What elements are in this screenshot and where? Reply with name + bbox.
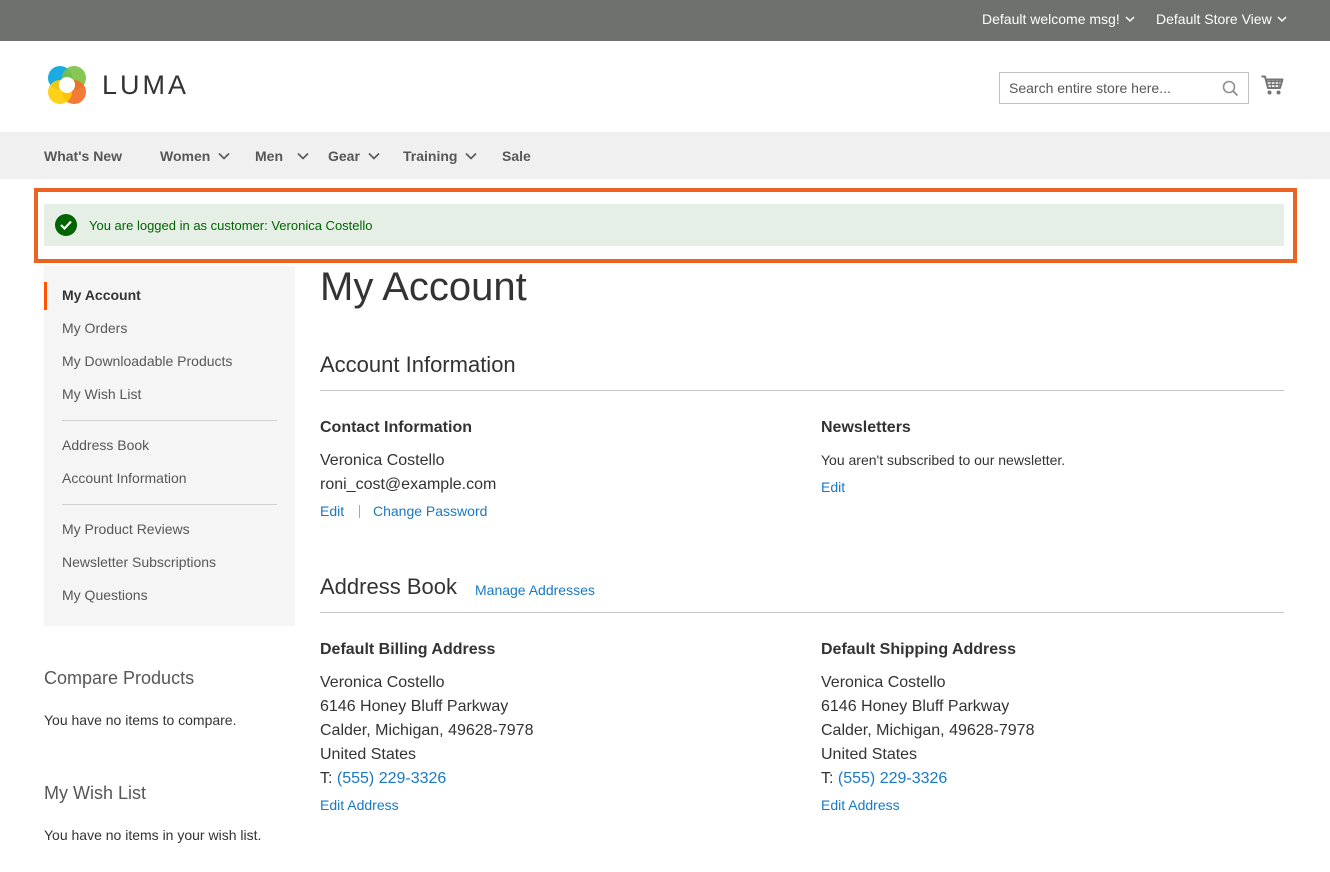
chevron-down-icon <box>1277 16 1287 23</box>
luma-logo-icon <box>48 66 86 104</box>
section-divider <box>320 390 1284 391</box>
sidebar-item-product-reviews[interactable]: My Product Reviews <box>62 521 190 537</box>
edit-contact-link[interactable]: Edit <box>320 503 344 519</box>
main-navigation: What's New Women Men Gear Training Sale <box>0 132 1330 179</box>
wish-list-title: My Wish List <box>44 783 147 803</box>
search-input[interactable] <box>1000 73 1210 103</box>
billing-name: Veronica Costello <box>320 674 445 691</box>
contact-information-title: Contact Information <box>320 419 472 436</box>
shipping-country: United States <box>821 746 918 763</box>
search-box <box>999 72 1249 104</box>
contact-email: roni_cost@example.com <box>320 476 497 493</box>
edit-shipping-address-link[interactable]: Edit Address <box>821 797 900 813</box>
nav-item-men[interactable]: Men <box>255 148 309 164</box>
search-icon[interactable] <box>1222 80 1239 97</box>
sidebar-item-account-information[interactable]: Account Information <box>62 470 187 486</box>
nav-item-gear[interactable]: Gear <box>328 148 380 164</box>
store-view-label: Default Store View <box>1156 11 1272 27</box>
logo-text: LUMA <box>102 69 190 100</box>
sidebar-divider <box>62 504 277 505</box>
phone-prefix: T: <box>320 770 333 787</box>
nav-label: Gear <box>328 148 360 164</box>
billing-phone-row: T: (555) 229-3326 <box>320 770 446 788</box>
highlight-frame <box>34 188 1297 263</box>
chevron-down-icon <box>297 152 309 160</box>
link-separator <box>359 505 360 518</box>
active-item-marker <box>44 282 47 310</box>
chevron-down-icon <box>368 152 380 160</box>
newsletter-status-text: You aren't subscribed to our newsletter. <box>821 452 1066 468</box>
phone-prefix: T: <box>821 770 834 787</box>
compare-products-empty-text: You have no items to compare. <box>44 712 237 728</box>
edit-newsletters-link[interactable]: Edit <box>821 479 845 495</box>
billing-street: 6146 Honey Bluff Parkway <box>320 698 509 715</box>
store-view-switcher[interactable]: Default Store View <box>1156 11 1287 27</box>
newsletters-title: Newsletters <box>821 419 911 436</box>
nav-item-sale[interactable]: Sale <box>502 148 531 164</box>
cart-icon[interactable] <box>1261 75 1284 96</box>
sidebar-item-newsletter-subscriptions[interactable]: Newsletter Subscriptions <box>62 554 216 570</box>
billing-phone-link[interactable]: (555) 229-3326 <box>337 770 446 787</box>
sidebar-divider <box>62 420 277 421</box>
page-title: My Account <box>320 265 527 309</box>
wish-list-empty-text: You have no items in your wish list. <box>44 827 262 843</box>
nav-label: Sale <box>502 148 531 164</box>
shipping-street: 6146 Honey Bluff Parkway <box>821 698 1010 715</box>
sidebar-item-my-account[interactable]: My Account <box>62 287 141 303</box>
shipping-name: Veronica Costello <box>821 674 946 691</box>
sidebar-item-my-questions[interactable]: My Questions <box>62 587 148 603</box>
chevron-down-icon <box>465 152 478 160</box>
address-book-title: Address Book <box>320 574 457 599</box>
nav-item-women[interactable]: Women <box>160 148 230 164</box>
shipping-phone-row: T: (555) 229-3326 <box>821 770 947 788</box>
compare-products-title: Compare Products <box>44 668 195 688</box>
default-shipping-address-title: Default Shipping Address <box>821 641 1016 658</box>
nav-label: What's New <box>44 148 123 164</box>
nav-label: Training <box>403 148 458 164</box>
sidebar-item-wish-list[interactable]: My Wish List <box>62 386 141 402</box>
shipping-city: Calder, Michigan, 49628-7978 <box>821 722 1035 739</box>
shipping-phone-link[interactable]: (555) 229-3326 <box>838 770 947 787</box>
sidebar-item-my-orders[interactable]: My Orders <box>62 320 127 336</box>
chevron-down-icon <box>1125 16 1135 23</box>
top-bar: Default welcome msg! Default Store View <box>0 0 1330 41</box>
welcome-message: Default welcome msg! <box>982 11 1120 27</box>
sidebar-item-address-book[interactable]: Address Book <box>62 437 149 453</box>
luma-logo[interactable]: LUMA <box>44 62 189 108</box>
account-information-title: Account Information <box>320 352 516 377</box>
nav-label: Women <box>160 148 211 164</box>
nav-item-training[interactable]: Training <box>403 148 478 164</box>
nav-label: Men <box>255 148 283 164</box>
sidebar-item-downloadable-products[interactable]: My Downloadable Products <box>62 353 232 369</box>
contact-name: Veronica Costello <box>320 452 445 469</box>
nav-item-whats-new[interactable]: What's New <box>44 148 122 164</box>
default-billing-address-title: Default Billing Address <box>320 641 496 658</box>
change-password-link[interactable]: Change Password <box>373 503 487 519</box>
section-divider <box>320 612 1284 613</box>
edit-billing-address-link[interactable]: Edit Address <box>320 797 399 813</box>
welcome-message-dropdown[interactable]: Default welcome msg! <box>982 11 1135 27</box>
manage-addresses-link[interactable]: Manage Addresses <box>475 582 595 598</box>
billing-city: Calder, Michigan, 49628-7978 <box>320 722 534 739</box>
billing-country: United States <box>320 746 417 763</box>
chevron-down-icon <box>218 152 230 160</box>
